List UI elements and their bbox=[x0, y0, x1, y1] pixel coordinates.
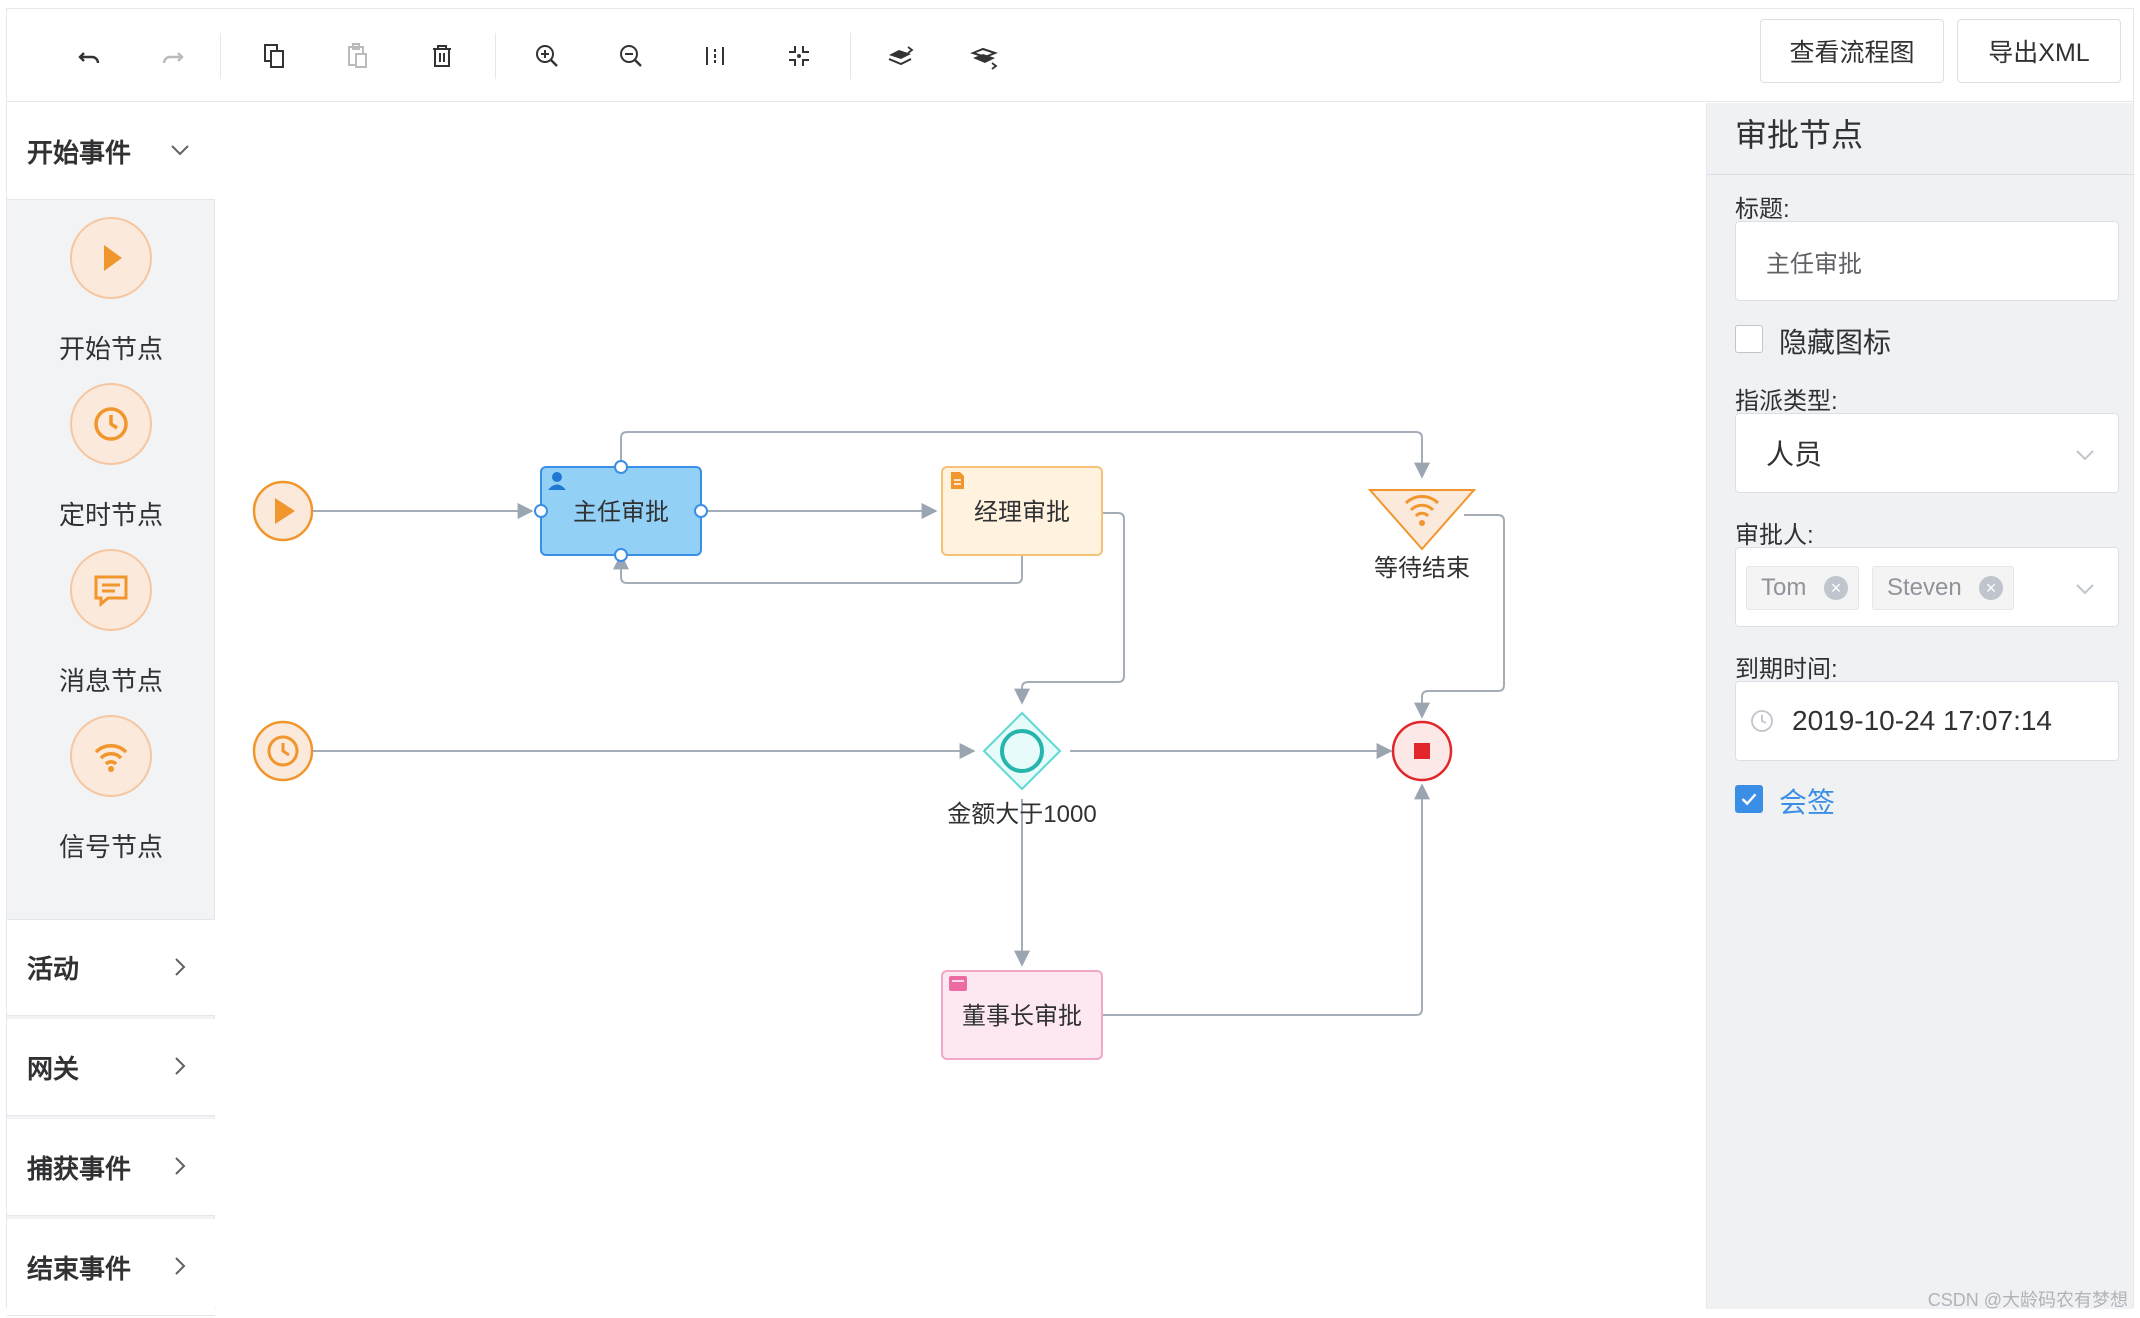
fit-view-icon[interactable] bbox=[694, 35, 736, 77]
assign-type-select[interactable]: 人员 bbox=[1735, 413, 2119, 493]
due-time-label: 到期时间: bbox=[1735, 656, 1838, 683]
assign-type-label: 指派类型: bbox=[1735, 388, 1838, 415]
chevron-right-icon bbox=[175, 1157, 186, 1175]
approver-tag: Tom × bbox=[1746, 566, 1859, 610]
palette-item-timer[interactable]: 定时节点 bbox=[7, 383, 215, 549]
signal-icon bbox=[70, 715, 152, 797]
edge-wait-end[interactable] bbox=[1414, 514, 1505, 719]
start-event-node[interactable] bbox=[252, 480, 314, 542]
edge-chairman-end[interactable] bbox=[1102, 783, 1430, 1016]
group-label: 网关 bbox=[27, 1053, 80, 1084]
close-icon[interactable]: × bbox=[1979, 576, 2003, 600]
approver-tag: Steven × bbox=[1872, 566, 2014, 610]
diagram-canvas[interactable]: 主任审批 经理审批 等待结束 金额大于1000 董事长审批 bbox=[216, 103, 1706, 1309]
clock-icon bbox=[70, 383, 152, 465]
anchor-handle[interactable] bbox=[614, 548, 628, 562]
play-icon bbox=[70, 217, 152, 299]
stop-icon bbox=[1414, 743, 1430, 759]
chevron-right-icon bbox=[175, 1257, 186, 1275]
undo-icon[interactable] bbox=[69, 35, 111, 77]
approver-tag-label: Tom bbox=[1761, 574, 1807, 601]
export-xml-button[interactable]: 导出XML bbox=[1957, 19, 2121, 83]
hide-icon-checkbox[interactable] bbox=[1735, 325, 1763, 353]
assign-type-value: 人员 bbox=[1766, 439, 1823, 470]
palette-item-label: 消息节点 bbox=[58, 666, 163, 696]
zoom-out-icon[interactable] bbox=[610, 35, 652, 77]
title-input[interactable]: 主任审批 bbox=[1735, 221, 2119, 301]
approver-select[interactable]: Tom × Steven × bbox=[1735, 547, 2119, 627]
due-time-picker[interactable]: 2019-10-24 17:07:14 bbox=[1735, 681, 2119, 761]
group-end-events[interactable]: 结束事件 bbox=[7, 1219, 215, 1316]
signal-catch-node[interactable]: 等待结束 bbox=[1367, 489, 1477, 582]
chevron-down-icon bbox=[2076, 584, 2094, 595]
group-catch-events[interactable]: 捕获事件 bbox=[7, 1119, 215, 1216]
copy-icon[interactable] bbox=[253, 35, 295, 77]
hide-icon-label[interactable]: 隐藏图标 bbox=[1779, 321, 1891, 361]
group-activities[interactable]: 活动 bbox=[7, 919, 215, 1016]
palette-item-label: 信号节点 bbox=[58, 832, 163, 862]
watermark: CSDN @大龄码农有梦想 bbox=[1927, 1290, 2128, 1310]
node-label: 金额大于1000 bbox=[947, 801, 1096, 828]
zoom-in-icon[interactable] bbox=[526, 35, 568, 77]
properties-panel: 审批节点 标题: 主任审批 隐藏图标 指派类型: 人员 审批人: Tom × S… bbox=[1706, 103, 2134, 1309]
group-start-events[interactable]: 开始事件 bbox=[7, 103, 215, 200]
group-label: 开始事件 bbox=[27, 137, 132, 168]
gateway-node[interactable]: 金额大于1000 bbox=[947, 711, 1097, 828]
anchor-handle[interactable] bbox=[614, 460, 628, 474]
node-palette: 开始事件 开始节点 定时节点 消息节点 信号节点 活动 网关 捕获事件 结束事件 bbox=[7, 103, 215, 1316]
document-icon bbox=[951, 472, 964, 489]
palette-item-signal[interactable]: 信号节点 bbox=[7, 715, 215, 881]
timer-event-node[interactable] bbox=[252, 720, 314, 782]
edge-manager-director[interactable] bbox=[613, 553, 1023, 584]
group-label: 活动 bbox=[27, 954, 80, 984]
task-label: 主任审批 bbox=[573, 499, 669, 526]
close-icon[interactable]: × bbox=[1824, 576, 1848, 600]
delete-icon[interactable] bbox=[421, 35, 463, 77]
chevron-right-icon bbox=[175, 1057, 186, 1075]
message-icon bbox=[70, 549, 152, 631]
anchor-handle[interactable] bbox=[694, 504, 708, 518]
flow-designer-app: 查看流程图 导出XML 开始事件 开始节点 定时节点 消息节点 信号节点 活动 … bbox=[6, 8, 2134, 1316]
title-input-value: 主任审批 bbox=[1766, 250, 1862, 278]
actual-size-icon[interactable] bbox=[778, 35, 820, 77]
palette-item-label: 定时节点 bbox=[58, 500, 163, 530]
task-label: 经理审批 bbox=[974, 499, 1070, 526]
check-icon bbox=[1741, 793, 1757, 806]
anchor-handle[interactable] bbox=[534, 504, 548, 518]
group-label: 捕获事件 bbox=[27, 1153, 132, 1184]
group-gateways[interactable]: 网关 bbox=[7, 1019, 215, 1116]
task-chairman-approval[interactable]: 董事长审批 bbox=[941, 970, 1103, 1060]
approver-tag-label: Steven bbox=[1887, 574, 1962, 601]
title-label: 标题: bbox=[1735, 196, 1790, 223]
task-manager-approval[interactable]: 经理审批 bbox=[941, 466, 1103, 556]
task-director-approval[interactable]: 主任审批 bbox=[534, 460, 708, 562]
clock-icon bbox=[1751, 710, 1773, 732]
due-time-value: 2019-10-24 17:07:14 bbox=[1792, 705, 2052, 736]
inbox-icon bbox=[949, 976, 967, 991]
palette-item-message[interactable]: 消息节点 bbox=[7, 549, 215, 715]
countersign-checkbox[interactable] bbox=[1735, 785, 1763, 813]
view-diagram-button[interactable]: 查看流程图 bbox=[1760, 19, 1944, 83]
end-event-node[interactable] bbox=[1391, 720, 1453, 782]
palette-item-label: 开始节点 bbox=[58, 334, 163, 364]
toolbar: 查看流程图 导出XML bbox=[7, 9, 2133, 102]
send-back-icon[interactable] bbox=[964, 35, 1006, 77]
bring-front-icon[interactable] bbox=[880, 35, 922, 77]
chevron-down-icon bbox=[171, 145, 189, 156]
panel-title: 审批节点 bbox=[1707, 103, 2134, 175]
edge-group bbox=[313, 431, 1505, 1016]
task-label: 董事长审批 bbox=[962, 1003, 1082, 1030]
chevron-down-icon bbox=[2076, 450, 2094, 461]
palette-item-start[interactable]: 开始节点 bbox=[7, 217, 215, 383]
node-label: 等待结束 bbox=[1374, 555, 1470, 582]
approver-label: 审批人: bbox=[1735, 522, 1814, 549]
redo-icon[interactable] bbox=[151, 35, 193, 77]
chevron-right-icon bbox=[175, 958, 186, 976]
countersign-label[interactable]: 会签 bbox=[1779, 781, 1835, 821]
paste-icon[interactable] bbox=[337, 35, 379, 77]
group-label: 结束事件 bbox=[27, 1253, 132, 1284]
